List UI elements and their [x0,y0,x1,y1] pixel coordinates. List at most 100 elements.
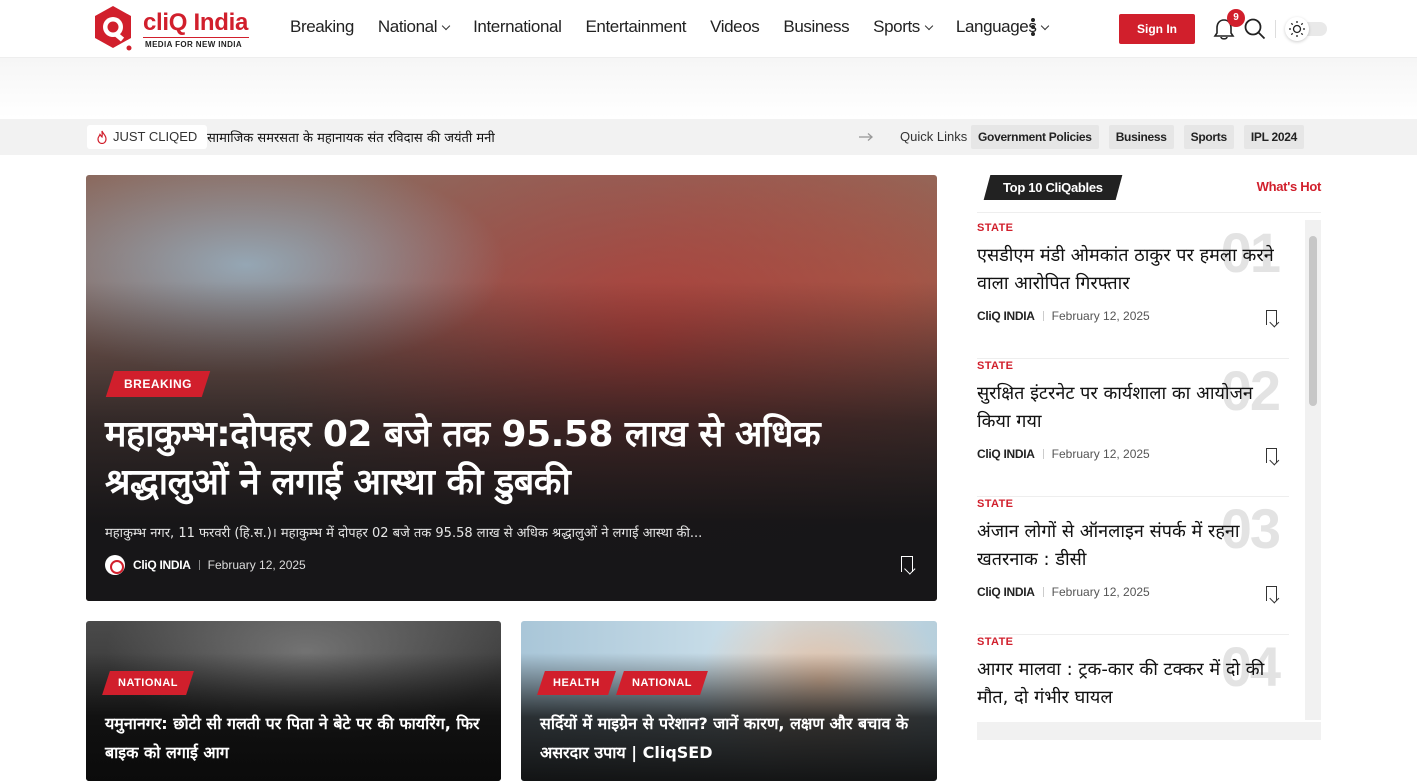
hero-title[interactable]: महाकुम्भ:दोपहर 02 बजे तक 95.58 लाख से अध… [105,411,905,507]
dark-mode-toggle[interactable] [1285,17,1327,41]
category-link[interactable]: STATE [977,222,1013,234]
post-date: February 12, 2025 [1051,585,1150,599]
kebab-menu-icon[interactable] [1030,18,1036,40]
category-label: HEALTH [553,677,600,689]
scrollbar-thumb[interactable] [1309,236,1317,406]
category-label: NATIONAL [118,677,179,689]
card-title[interactable]: यमुनानगर: छोटी सी गलती पर पिता ने बेटे प… [105,709,485,767]
category-label: NATIONAL [631,677,692,689]
bookmark-icon[interactable] [1266,448,1277,463]
horizontal-scrollbar[interactable] [977,722,1321,740]
site-header: cliQ India MEDIA FOR NEW INDIA Breaking … [0,0,1417,58]
nav-item-breaking[interactable]: Breaking [290,17,354,37]
site-logo[interactable]: cliQ India MEDIA FOR NEW INDIA [91,4,251,54]
chevron-down-icon [441,21,451,30]
nav-item-sports[interactable]: Sports [873,17,934,37]
category-tag-health[interactable]: HEALTH [537,671,616,695]
card-title[interactable]: सर्दियों में माइग्रेन से परेशान? जानें क… [540,709,920,767]
quick-links: Government Policies Business Sports IPL … [971,125,1304,149]
article-card[interactable]: NATIONAL यमुनानगर: छोटी सी गलती पर पिता … [86,621,501,781]
news-ticker-bar: JUST CLIQED सामाजिक समरसता के महानायक सं… [0,119,1417,155]
ticker-label-text: JUST CLIQED [113,129,198,144]
category-tag-breaking[interactable]: BREAKING [105,371,211,397]
header-divider [1275,20,1276,38]
meta-separator [1042,311,1044,321]
cliq-logo-icon [95,6,132,51]
nav-label: Entertainment [585,17,687,36]
meta-separator [1042,449,1044,459]
search-icon[interactable] [1243,17,1267,41]
top-list: 01 STATE एसडीएम मंडी ओमकांत ठाकुर पर हमल… [977,220,1321,740]
quick-links-label: Quick Links [900,129,968,144]
sun-icon [1289,21,1305,37]
post-date: February 12, 2025 [207,558,306,572]
quick-link-ipl-2024[interactable]: IPL 2024 [1243,125,1304,149]
card-tags: NATIONAL [102,671,194,695]
flame-icon [97,130,107,144]
nav-label: International [473,17,562,36]
nav-label: Videos [710,17,760,36]
hero-excerpt: महाकुम्भ नगर, 11 फरवरी (हि.स.)। महाकुम्भ… [105,526,703,541]
post-date: February 12, 2025 [1051,309,1150,323]
list-item: 02 STATE सुरक्षित इंटरनेट पर कार्यशाला क… [977,358,1289,497]
nav-label: Sports [873,17,920,36]
sidebar-heading: Top 10 CliQables [983,175,1123,200]
sidebar-header: Top 10 CliQables What's Hot [977,175,1321,201]
bookmark-icon[interactable] [901,556,913,572]
list-item-title[interactable]: एसडीएम मंडी ओमकांत ठाकुर पर हमला करने वा… [977,242,1282,298]
author-name[interactable]: CliQ INDIA [977,585,1035,599]
nav-label: National [377,17,438,36]
chevron-down-icon [1041,21,1050,30]
list-item-title[interactable]: अंजान लोगों से ऑनलाइन संपर्क में रहना खत… [977,518,1282,574]
list-item-meta: CliQ INDIA February 12, 2025 [977,585,1150,599]
nav-label: Breaking [290,17,354,36]
meta-separator [198,560,200,570]
bookmark-icon[interactable] [1266,586,1277,601]
quick-link-government-policies[interactable]: Government Policies [971,125,1099,149]
quick-link-business[interactable]: Business [1108,125,1174,149]
category-link[interactable]: STATE [977,498,1013,510]
nav-item-international[interactable]: International [473,17,562,37]
article-card[interactable]: HEALTH NATIONAL सर्दियों में माइग्रेन से… [521,621,937,781]
sidebar-scrollbar[interactable] [1305,220,1321,720]
hero-meta: CliQ INDIA February 12, 2025 [105,555,306,575]
nav-item-videos[interactable]: Videos [710,17,760,37]
nav-item-national[interactable]: National [377,17,451,37]
quick-link-sports[interactable]: Sports [1183,125,1234,149]
arrow-right-icon[interactable] [858,129,874,145]
ad-space [0,58,1417,118]
sign-in-button[interactable]: Sign In [1119,14,1195,44]
nav-item-business[interactable]: Business [783,17,849,37]
nav-item-entertainment[interactable]: Entertainment [585,17,686,37]
sidebar-divider [977,212,1321,213]
list-item: 01 STATE एसडीएम मंडी ओमकांत ठाकुर पर हमल… [977,220,1289,359]
category-link[interactable]: STATE [977,360,1013,372]
hero-article[interactable]: BREAKING महाकुम्भ:दोपहर 02 बजे तक 95.58 … [86,175,937,601]
list-item-meta: CliQ INDIA February 12, 2025 [977,447,1150,461]
author-name[interactable]: CliQ INDIA [977,447,1035,461]
list-item-title[interactable]: आगर मालवा : ट्रक-कार की टक्कर में दो की … [977,656,1282,712]
main-nav: Breaking National International Entertai… [290,17,1050,37]
brand-tagline: MEDIA FOR NEW INDIA [145,40,243,49]
ticker-label: JUST CLIQED [87,125,208,149]
author-name[interactable]: CliQ INDIA [133,558,191,572]
list-item-meta: CliQ INDIA February 12, 2025 [977,309,1150,323]
list-item-title[interactable]: सुरक्षित इंटरनेट पर कार्यशाला का आयोजन क… [977,380,1282,436]
ticker-headline[interactable]: सामाजिक समरसता के महानायक संत रविदास की … [207,128,495,146]
post-date: February 12, 2025 [1051,447,1150,461]
author-name[interactable]: CliQ INDIA [977,309,1035,323]
category-tag-national[interactable]: NATIONAL [102,671,194,695]
logo-divider [143,37,249,38]
category-link[interactable]: STATE [977,636,1013,648]
whats-hot-link[interactable]: What's Hot [1257,179,1322,194]
nav-label: Business [783,17,850,36]
list-item: 03 STATE अंजान लोगों से ऑनलाइन संपर्क मे… [977,496,1289,635]
card-tags: HEALTH NATIONAL [537,671,708,695]
bookmark-icon[interactable] [1266,310,1277,325]
category-label: BREAKING [124,377,193,391]
chevron-down-icon [924,21,934,30]
toggle-knob [1285,17,1309,41]
category-tag-national[interactable]: NATIONAL [615,671,708,695]
sidebar-heading-text: Top 10 CliQables [1003,180,1103,195]
meta-separator [1042,587,1044,597]
